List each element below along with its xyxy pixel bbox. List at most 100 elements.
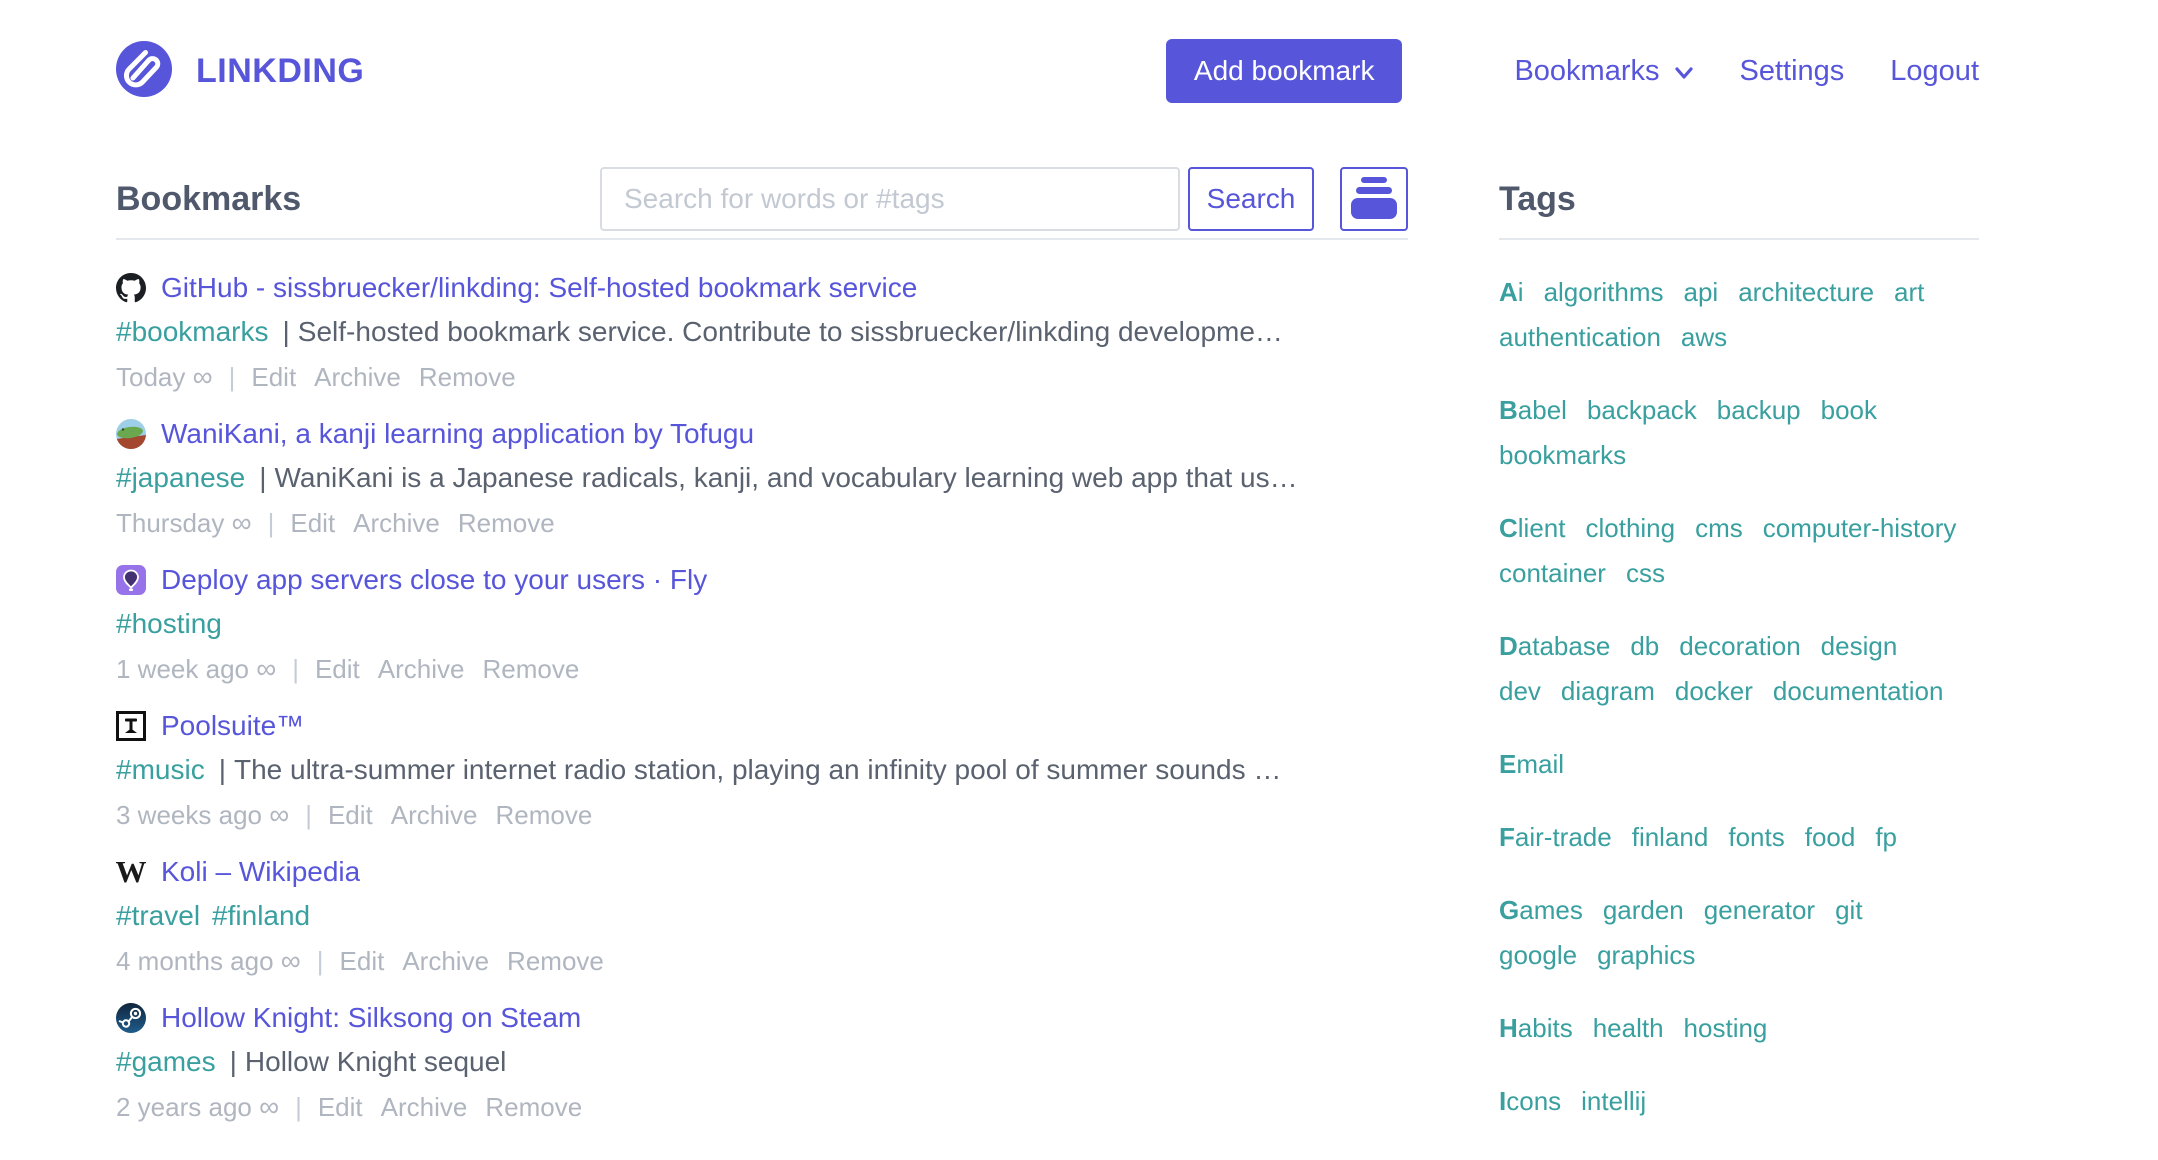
bookmark-tag-link[interactable]: #music xyxy=(116,754,205,785)
edit-link[interactable]: Edit xyxy=(318,1092,363,1123)
tag-link[interactable]: css xyxy=(1626,551,1665,596)
nav-bookmarks-dropdown[interactable]: Bookmarks xyxy=(1514,55,1693,88)
bookmark-date-link[interactable]: Thursday ∞ xyxy=(116,507,252,539)
tag-link[interactable]: jobs xyxy=(1701,1152,1749,1160)
remove-link[interactable]: Remove xyxy=(495,800,592,831)
archive-link[interactable]: Archive xyxy=(402,946,489,977)
edit-link[interactable]: Edit xyxy=(328,800,373,831)
bookmark-title-link[interactable]: Koli – Wikipedia xyxy=(161,856,360,888)
bookmark-tag-link[interactable]: #hosting xyxy=(116,608,222,639)
archived-bookmarks-button[interactable] xyxy=(1340,167,1408,231)
tag-link[interactable]: hosting xyxy=(1684,1006,1768,1051)
tag-link[interactable]: garden xyxy=(1603,888,1684,933)
bookmark-date-link[interactable]: 2 years ago ∞ xyxy=(116,1091,279,1123)
nav-settings-link[interactable]: Settings xyxy=(1740,55,1845,88)
bookmark-date-link[interactable]: 1 week ago ∞ xyxy=(116,653,276,685)
web-archive-icon: ∞ xyxy=(256,653,276,684)
tag-link[interactable]: google xyxy=(1499,933,1577,978)
bookmark-tag-link[interactable]: #travel xyxy=(116,900,200,931)
tag-link[interactable]: design xyxy=(1821,624,1898,669)
bookmark-tag-link[interactable]: #games xyxy=(116,1046,216,1077)
tag-link[interactable]: Ai xyxy=(1499,270,1524,315)
archive-link[interactable]: Archive xyxy=(381,1092,468,1123)
tag-group-f: Fair-trade finland fonts foodfp xyxy=(1499,815,1979,860)
tag-link[interactable]: book xyxy=(1821,388,1877,433)
tag-link[interactable]: Habits xyxy=(1499,1006,1573,1051)
tag-link[interactable]: clothing xyxy=(1585,506,1675,551)
bookmark-date-link[interactable]: 3 weeks ago ∞ xyxy=(116,799,289,831)
edit-link[interactable]: Edit xyxy=(251,362,296,393)
bookmark-title-link[interactable]: Hollow Knight: Silksong on Steam xyxy=(161,1002,581,1034)
tag-link[interactable]: backup xyxy=(1717,388,1801,433)
tag-link[interactable]: Email xyxy=(1499,742,1564,787)
archive-link[interactable]: Archive xyxy=(314,362,401,393)
tag-link[interactable]: diagram xyxy=(1561,669,1655,714)
tag-link[interactable]: dev xyxy=(1499,669,1541,714)
tag-link[interactable]: aws xyxy=(1681,315,1727,360)
bookmark-title-link[interactable]: GitHub - sissbruecker/linkding: Self-hos… xyxy=(161,272,917,304)
archive-link[interactable]: Archive xyxy=(353,508,440,539)
tag-link[interactable]: finland xyxy=(1632,815,1709,860)
search-button[interactable]: Search xyxy=(1188,167,1314,231)
bookmark-date-link[interactable]: 4 months ago ∞ xyxy=(116,945,301,977)
tag-link[interactable]: generator xyxy=(1704,888,1815,933)
tag-link[interactable]: authentication xyxy=(1499,315,1661,360)
tag-link[interactable]: intellij xyxy=(1581,1079,1646,1124)
bookmark-date: 2 years ago xyxy=(116,1092,252,1122)
tag-link[interactable]: Games xyxy=(1499,888,1583,933)
bookmark-date-link[interactable]: Today ∞ xyxy=(116,361,213,393)
tag-link[interactable]: documentation xyxy=(1773,669,1944,714)
tag-link[interactable]: graphics xyxy=(1597,933,1695,978)
tag-link[interactable]: api xyxy=(1684,270,1719,315)
tag-link[interactable]: db xyxy=(1630,624,1659,669)
steam-icon xyxy=(116,1003,146,1033)
tag-link[interactable]: bookmarks xyxy=(1499,433,1626,478)
tag-link[interactable]: Fair-trade xyxy=(1499,815,1612,860)
bookmark-title-link[interactable]: Poolsuite™ xyxy=(161,710,304,742)
search-input[interactable] xyxy=(600,167,1180,231)
tag-link[interactable]: Icons xyxy=(1499,1079,1561,1124)
remove-link[interactable]: Remove xyxy=(419,362,516,393)
poolsuite-icon xyxy=(116,711,146,741)
add-bookmark-button[interactable]: Add bookmark xyxy=(1166,39,1403,103)
tag-link[interactable]: Database xyxy=(1499,624,1610,669)
tag-link[interactable]: food xyxy=(1805,815,1856,860)
remove-link[interactable]: Remove xyxy=(458,508,555,539)
archive-link[interactable]: Archive xyxy=(391,800,478,831)
archive-link[interactable]: Archive xyxy=(378,654,465,685)
tag-link[interactable]: algorithms xyxy=(1544,270,1664,315)
bookmark-tag-link[interactable]: #japanese xyxy=(116,462,245,493)
tag-link[interactable]: Babel xyxy=(1499,388,1567,433)
tag-link[interactable]: Client xyxy=(1499,506,1565,551)
edit-link[interactable]: Edit xyxy=(315,654,360,685)
remove-link[interactable]: Remove xyxy=(507,946,604,977)
bookmark-title-link[interactable]: WaniKani, a kanji learning application b… xyxy=(161,418,754,450)
bookmark-tag-link[interactable]: #bookmarks xyxy=(116,316,269,347)
tag-link[interactable]: Japanese xyxy=(1499,1152,1613,1160)
tag-link[interactable]: health xyxy=(1593,1006,1664,1051)
linkding-logo-icon xyxy=(116,41,172,102)
nav-logout-link[interactable]: Logout xyxy=(1890,55,1979,88)
bookmark-description: Hollow Knight sequel xyxy=(245,1046,507,1077)
tag-link[interactable]: container xyxy=(1499,551,1606,596)
edit-link[interactable]: Edit xyxy=(290,508,335,539)
tag-link[interactable]: architecture xyxy=(1738,270,1874,315)
remove-link[interactable]: Remove xyxy=(485,1092,582,1123)
bookmark-item: GitHub - sissbruecker/linkding: Self-hos… xyxy=(116,268,1408,394)
tag-link[interactable]: java xyxy=(1633,1152,1681,1160)
tag-link[interactable]: decoration xyxy=(1679,624,1800,669)
tag-link[interactable]: cms xyxy=(1695,506,1743,551)
tag-link[interactable]: fp xyxy=(1875,815,1897,860)
tag-link[interactable]: git xyxy=(1835,888,1862,933)
tag-link[interactable]: docker xyxy=(1675,669,1753,714)
tag-link[interactable]: js xyxy=(1769,1152,1788,1160)
tag-link[interactable]: art xyxy=(1894,270,1924,315)
bookmark-title-link[interactable]: Deploy app servers close to your users ·… xyxy=(161,564,707,596)
tag-link[interactable]: backpack xyxy=(1587,388,1697,433)
bookmark-tag-link[interactable]: #finland xyxy=(212,900,310,931)
tag-link[interactable]: computer-history xyxy=(1763,506,1957,551)
edit-link[interactable]: Edit xyxy=(340,946,385,977)
remove-link[interactable]: Remove xyxy=(482,654,579,685)
tag-link[interactable]: fonts xyxy=(1728,815,1784,860)
linkding-logo[interactable]: LINKDING xyxy=(116,41,364,102)
